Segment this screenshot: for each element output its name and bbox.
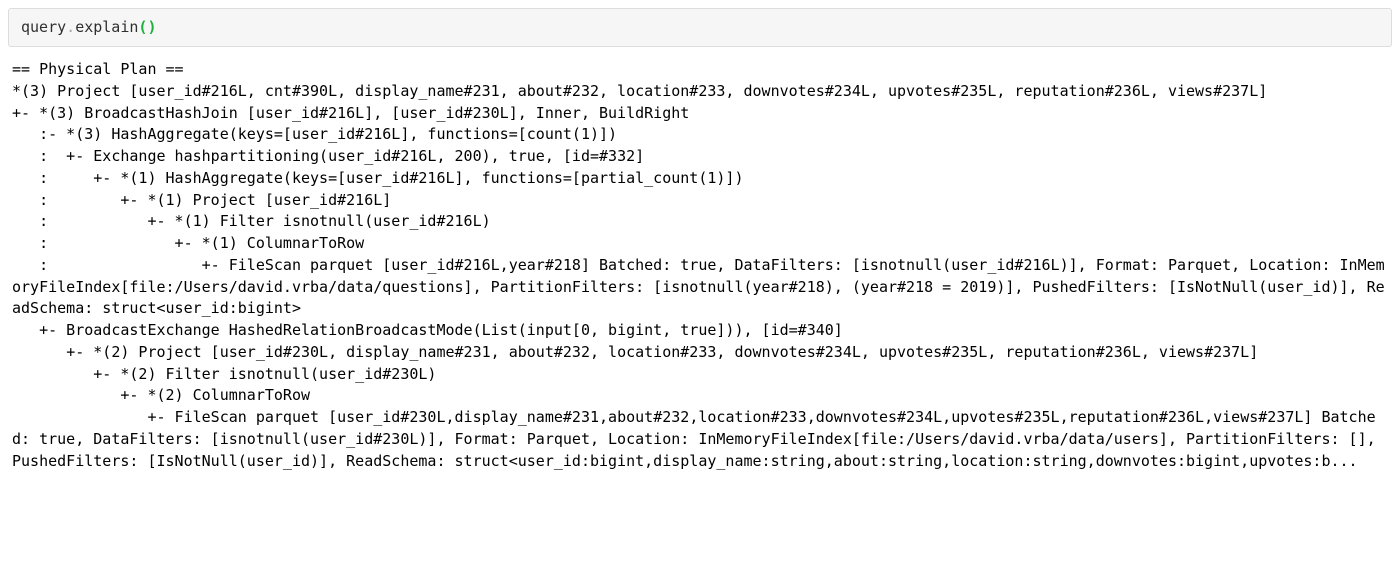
notebook-cell-wrap: query.explain() == Physical Plan == *(3)…: [0, 8, 1400, 484]
output-text: == Physical Plan == *(3) Project [user_i…: [0, 59, 1400, 484]
code-input-cell[interactable]: query.explain(): [8, 8, 1392, 47]
code-rparen: ): [147, 18, 156, 36]
code-method: explain: [75, 18, 138, 36]
code-object: query: [21, 18, 66, 36]
code-dot: .: [66, 18, 75, 36]
